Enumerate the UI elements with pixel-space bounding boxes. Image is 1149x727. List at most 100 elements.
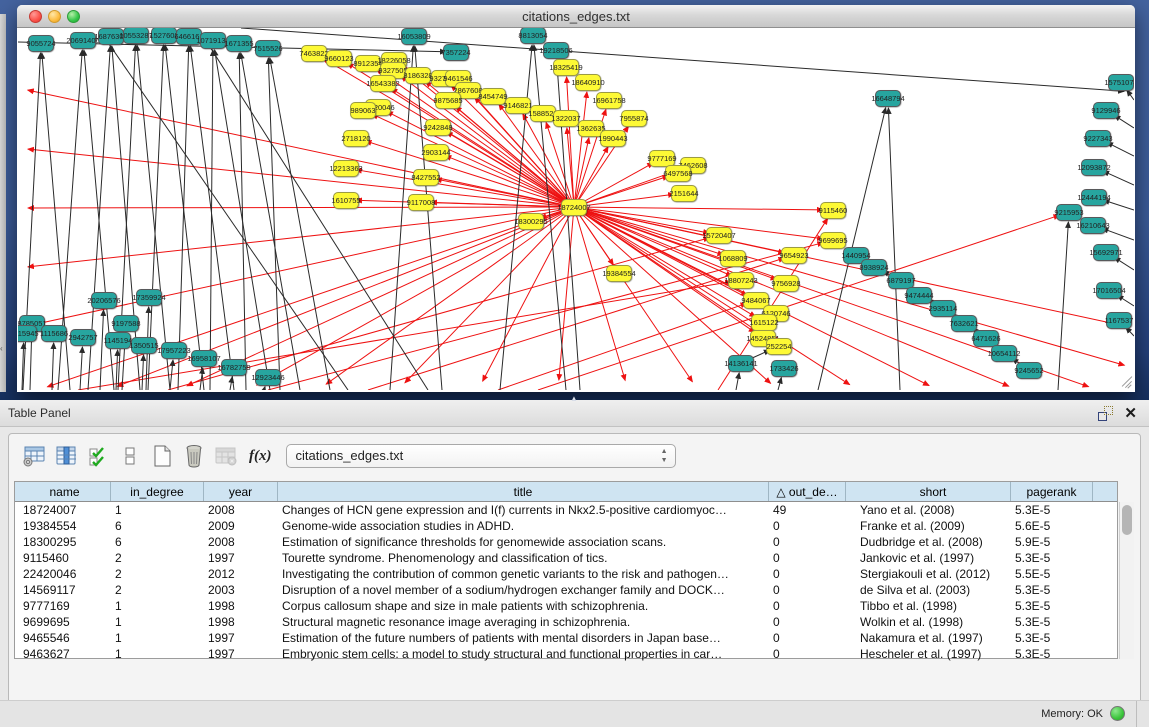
collapsed-panel-strip[interactable]: ‹ <box>0 14 6 392</box>
network-node[interactable]: 10719133 <box>200 32 226 49</box>
network-node[interactable]: 20206576 <box>91 292 117 309</box>
network-node[interactable]: 9227343 <box>1085 130 1111 147</box>
network-node[interactable]: 7463822 <box>301 45 327 62</box>
column-header[interactable]: pagerank <box>1011 482 1093 501</box>
select-all-icon[interactable] <box>85 443 111 469</box>
network-node[interactable]: 18807243 <box>728 272 754 289</box>
network-node[interactable]: 7357224 <box>443 44 469 61</box>
table-row[interactable]: 946554611997Estimation of the future num… <box>15 630 1117 646</box>
table-row[interactable]: 1872400712008Changes of HCN gene express… <box>15 502 1117 518</box>
show-columns-icon[interactable] <box>53 443 79 469</box>
table-header-row[interactable]: namein_degreeyeartitle△ out_de…shortpage… <box>15 482 1117 502</box>
network-node[interactable]: 10654112 <box>991 345 1017 362</box>
column-header[interactable]: name <box>15 482 111 501</box>
network-node[interactable]: 16053809 <box>401 28 427 45</box>
splitter-handle[interactable]: ▲ <box>570 394 578 403</box>
network-node[interactable]: 1990443 <box>600 130 626 147</box>
network-node[interactable]: 2903144 <box>423 144 449 161</box>
network-node[interactable]: 9055724 <box>28 35 54 52</box>
network-node[interactable]: 9777169 <box>649 150 675 167</box>
network-node[interactable]: 1610755 <box>333 192 359 209</box>
network-file-select[interactable]: citations_edges.txt ▲▼ <box>286 444 676 468</box>
network-node[interactable]: 989063 <box>350 102 376 119</box>
column-header[interactable]: in_degree <box>111 482 204 501</box>
network-node[interactable]: 9115460 <box>820 202 846 219</box>
network-node[interactable]: 12444194 <box>1081 189 1107 206</box>
network-node[interactable]: 16782759 <box>221 359 247 376</box>
network-node[interactable]: 16961758 <box>596 92 622 109</box>
network-node[interactable]: 1322037 <box>553 110 579 127</box>
network-node[interactable]: 8454749 <box>480 88 506 105</box>
network-node[interactable]: 8938924 <box>861 259 887 276</box>
network-node[interactable]: 9245652 <box>1016 362 1042 379</box>
network-node[interactable]: 19218506 <box>543 42 569 59</box>
vertical-scrollbar[interactable] <box>1119 502 1134 659</box>
network-node[interactable]: 9699695 <box>820 232 846 249</box>
network-node[interactable]: 18325419 <box>553 59 579 76</box>
network-node[interactable]: 9242848 <box>425 119 451 136</box>
network-node[interactable]: 18300295 <box>518 213 544 230</box>
table-row[interactable]: 911546021997Tourette syndrome. Phenomeno… <box>15 550 1117 566</box>
network-node[interactable]: 2151644 <box>671 185 697 202</box>
network-node[interactable]: 1167537 <box>1106 312 1132 329</box>
column-header[interactable]: year <box>204 482 278 501</box>
network-node[interactable]: 8186328 <box>405 67 431 84</box>
new-column-icon[interactable] <box>149 443 175 469</box>
network-node[interactable]: 17016504 <box>1096 282 1122 299</box>
network-node[interactable]: 16210643 <box>1080 217 1106 234</box>
network-node[interactable]: 9875685 <box>435 92 461 109</box>
network-node[interactable]: 17957223 <box>161 342 187 359</box>
network-node[interactable]: 9117008 <box>408 194 434 211</box>
network-node[interactable]: 1350515 <box>131 337 157 354</box>
network-node[interactable]: 18640910 <box>575 74 601 91</box>
table-row[interactable]: 946362711997Embryonic stem cells: a mode… <box>15 646 1117 662</box>
column-header[interactable]: short <box>846 482 1011 501</box>
network-node[interactable]: 19384554 <box>606 265 632 282</box>
window-resize-grip[interactable] <box>1118 374 1132 388</box>
table-row[interactable]: 977716911998Corpus callosum shape and si… <box>15 598 1117 614</box>
network-node[interactable]: 9146821 <box>505 97 531 114</box>
network-node[interactable]: 8427552 <box>413 169 439 186</box>
scrollbar-thumb[interactable] <box>1122 505 1132 535</box>
window-titlebar[interactable]: citations_edges.txt <box>17 5 1135 28</box>
network-node[interactable]: 12093872 <box>1081 159 1107 176</box>
network-node[interactable]: 1615122 <box>751 314 777 331</box>
network-node[interactable]: 15720407 <box>706 227 732 244</box>
network-node[interactable]: 7955874 <box>621 110 647 127</box>
network-canvas[interactable]: 9055724206914061687630610553287152760264… <box>18 28 1134 390</box>
function-builder-icon[interactable]: f(x) <box>249 448 272 465</box>
table-row[interactable]: 1830029562008Estimation of significance … <box>15 534 1117 550</box>
network-node[interactable]: 9756928 <box>773 275 799 292</box>
network-node[interactable]: 9197588 <box>113 315 139 332</box>
close-panel-icon[interactable]: ✕ <box>1124 404 1137 422</box>
network-node[interactable]: 1068809 <box>720 250 746 267</box>
network-node[interactable]: 252254 <box>766 338 792 355</box>
network-node[interactable]: 12923446 <box>255 369 281 386</box>
network-node[interactable]: 15692971 <box>1093 244 1119 261</box>
network-node[interactable]: 16543382 <box>370 75 396 92</box>
delete-table-disabled-icon[interactable] <box>213 443 239 469</box>
network-hub-node[interactable]: 18724007 <box>561 199 587 216</box>
collapse-arrow-icon[interactable]: ‹ <box>0 344 3 353</box>
memory-status-indicator[interactable] <box>1110 706 1125 721</box>
network-node[interactable]: 2942757 <box>70 329 96 346</box>
network-node[interactable]: 14136141 <box>728 355 754 372</box>
network-node[interactable]: 1671355 <box>226 35 252 52</box>
network-node[interactable]: 16958107 <box>191 350 217 367</box>
network-node[interactable]: 9215953 <box>1056 204 1082 221</box>
select-stepper-icon[interactable]: ▲▼ <box>661 447 668 465</box>
network-node[interactable]: 9660123 <box>326 50 352 67</box>
network-node[interactable]: 3915945 <box>18 325 37 342</box>
network-node[interactable]: 1733426 <box>771 360 797 377</box>
column-header[interactable]: △ out_de… <box>769 482 846 501</box>
float-panel-icon[interactable] <box>1098 406 1113 421</box>
network-node[interactable]: 20691406 <box>70 32 96 49</box>
network-node[interactable]: 16648794 <box>875 90 901 107</box>
network-node[interactable]: 7632621 <box>951 315 977 332</box>
network-node[interactable]: 6497568 <box>665 165 691 182</box>
clear-selection-icon[interactable] <box>117 443 143 469</box>
network-node[interactable]: 2935114 <box>930 300 956 317</box>
network-node[interactable]: 9474444 <box>906 287 932 304</box>
network-node[interactable]: 7515526 <box>255 40 281 57</box>
network-node[interactable]: 9129946 <box>1093 102 1119 119</box>
